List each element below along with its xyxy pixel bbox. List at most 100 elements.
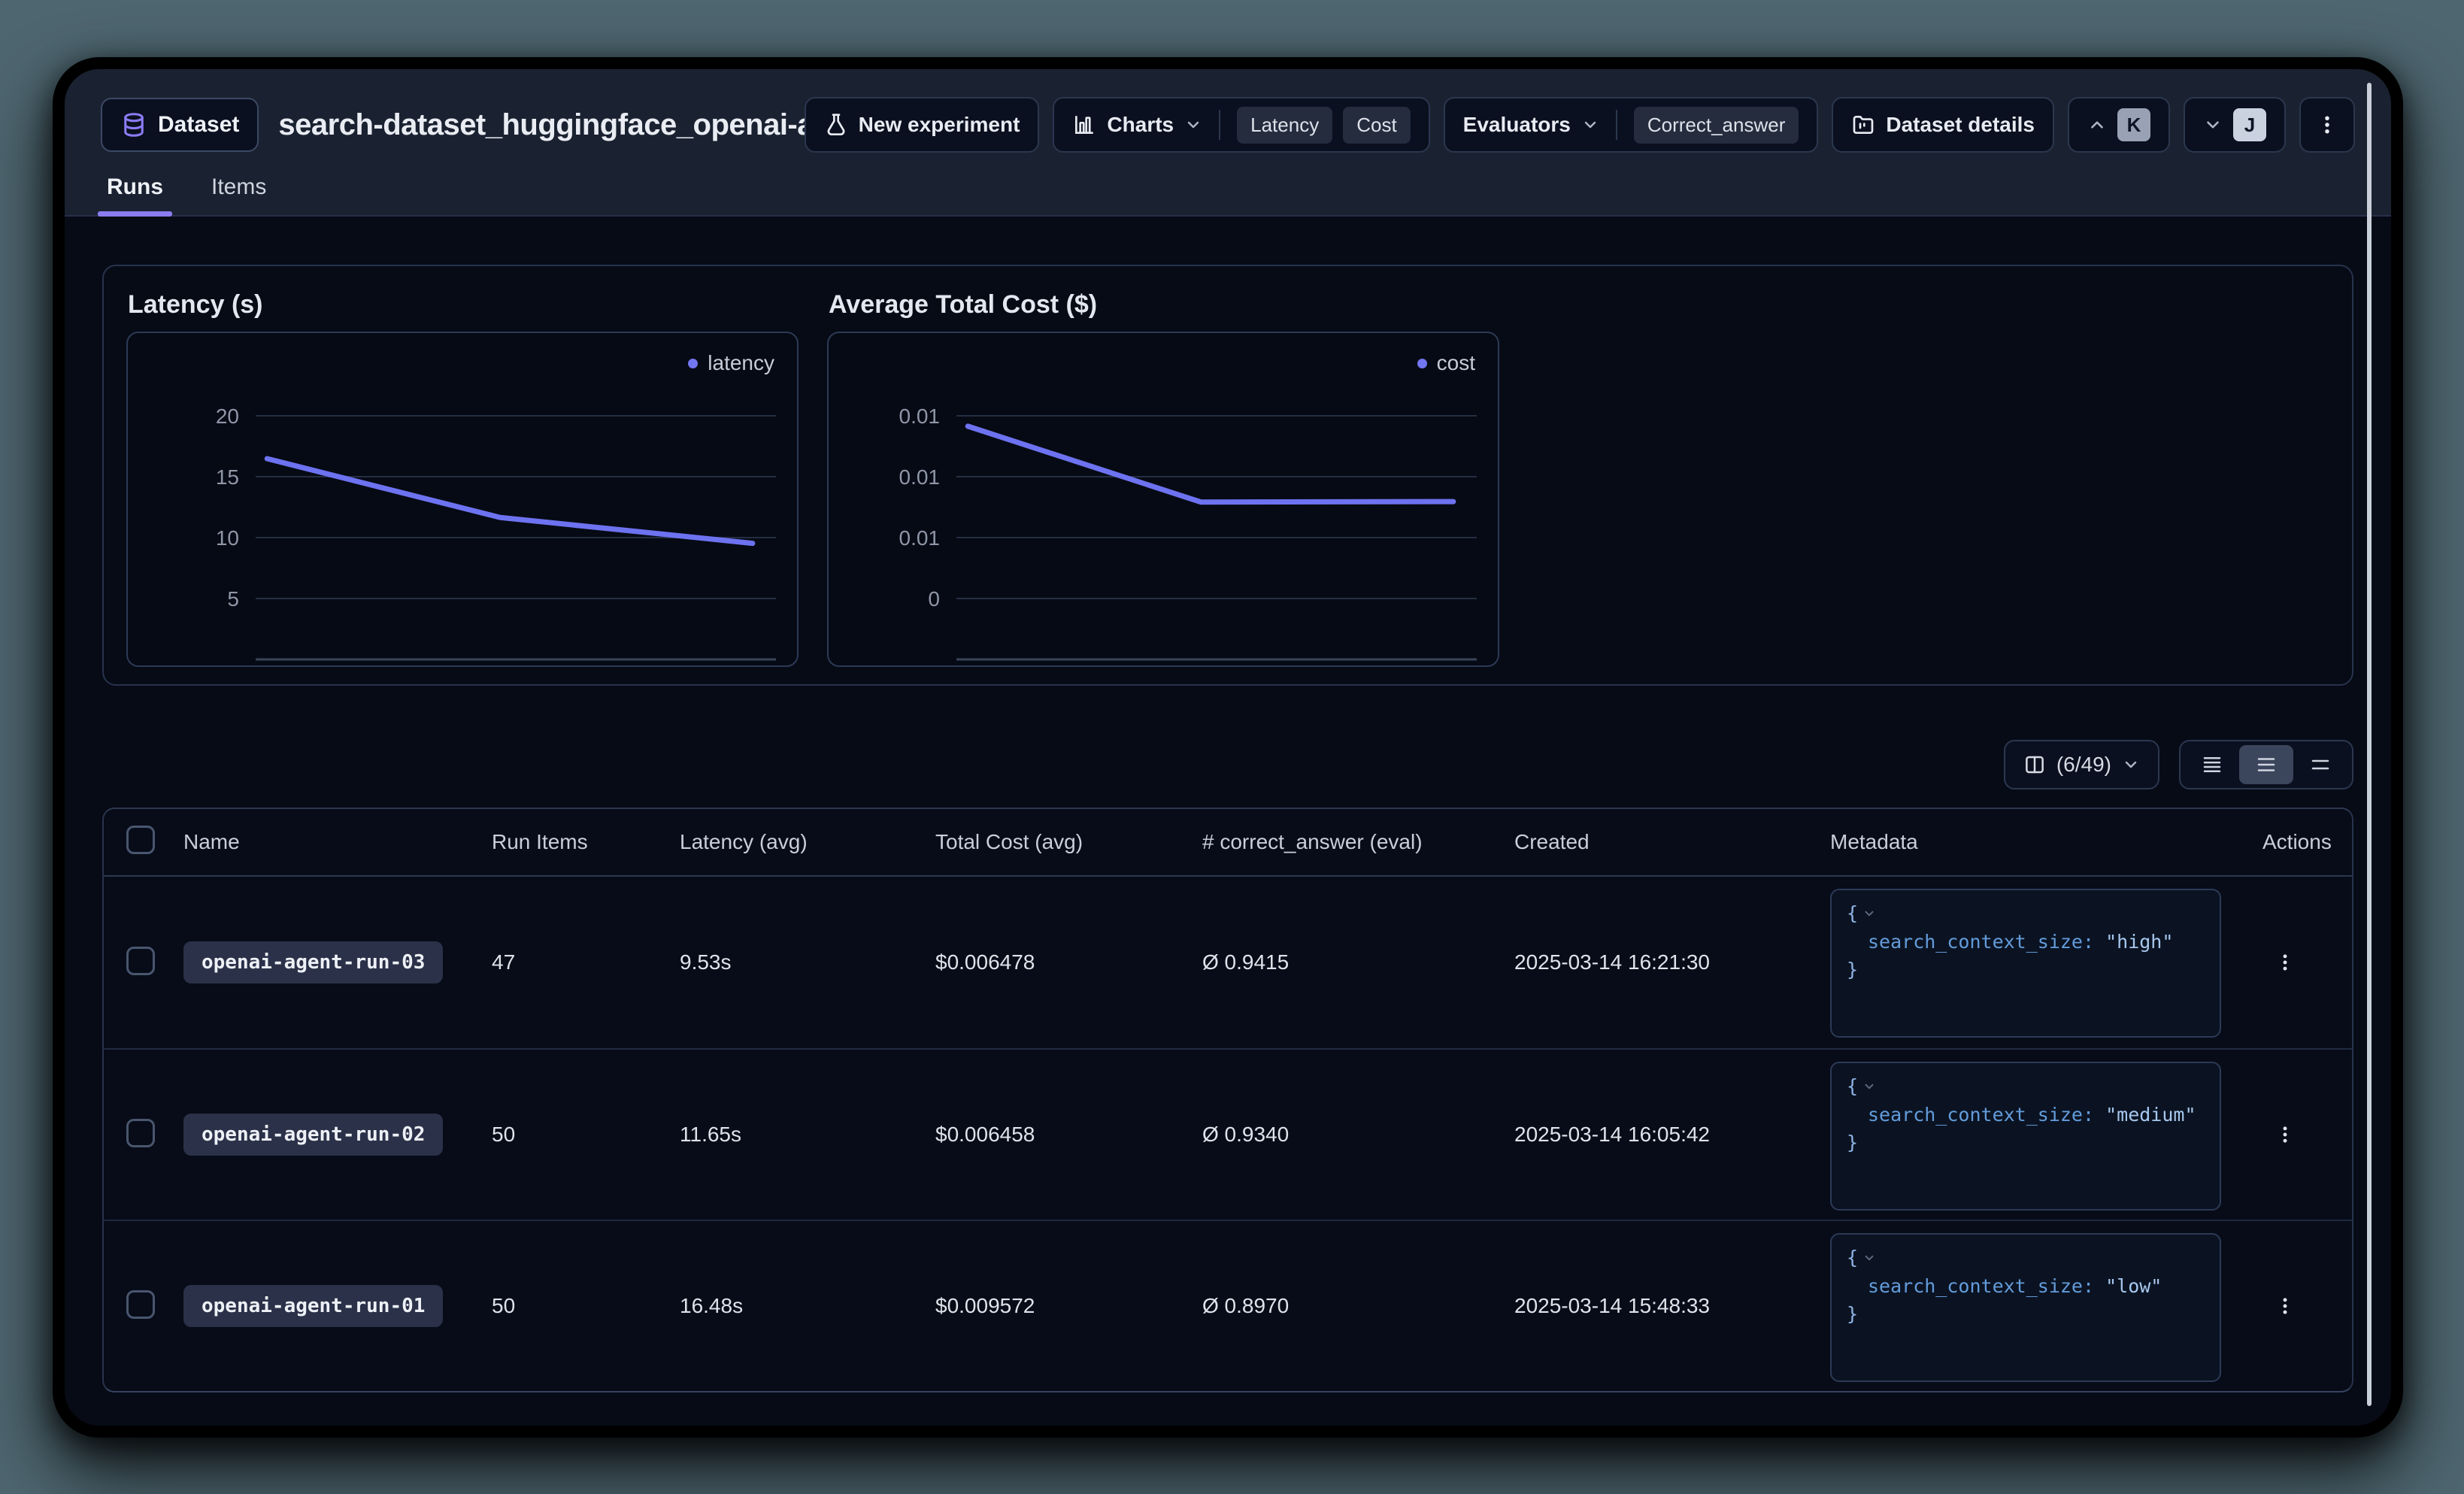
dataset-details-label: Dataset details: [1886, 113, 2035, 137]
brace-close: }: [1847, 1300, 2205, 1329]
select-all-checkbox[interactable]: [126, 826, 155, 854]
chevron-down-icon[interactable]: [1862, 1251, 1876, 1265]
metadata-json-box[interactable]: { search_context_size: "medium"}: [1830, 1062, 2221, 1211]
chart-pill-latency[interactable]: Latency: [1237, 107, 1332, 144]
vertical-scrollbar[interactable]: [2367, 83, 2372, 1406]
brace-open: {: [1847, 899, 1858, 928]
svg-text:5: 5: [227, 587, 239, 611]
svg-text:0.01: 0.01: [899, 405, 941, 428]
columns-icon: [2023, 753, 2046, 776]
row-checkbox[interactable]: [126, 1290, 155, 1319]
row-actions-button[interactable]: [2262, 1112, 2308, 1157]
chevron-down-icon: [2122, 756, 2140, 774]
column-header-metadata[interactable]: Metadata: [1830, 830, 2262, 854]
kebab-menu-icon: [2316, 114, 2338, 136]
column-header-created[interactable]: Created: [1514, 830, 1830, 854]
metadata-json-box[interactable]: {search_context_size: "high"}: [1830, 889, 2221, 1038]
table-header-row: Name Run Items Latency (avg) Total Cost …: [104, 809, 2352, 877]
cell-correct-answer: Ø 0.9340: [1202, 1123, 1514, 1147]
more-actions-button[interactable]: [2299, 97, 2355, 153]
table-row[interactable]: openai-agent-run-01 5016.48s$0.009572Ø 0.…: [104, 1220, 2352, 1391]
legend-label: cost: [1437, 351, 1475, 375]
table-body: openai-agent-run-03479.53s$0.006478Ø 0.9…: [104, 877, 2352, 1391]
kebab-menu-icon: [2275, 1296, 2296, 1317]
cost-chart-title: Average Total Cost ($): [829, 290, 1499, 320]
legend-dot-icon: [688, 359, 698, 368]
evaluator-pill-correct-answer[interactable]: Correct_answer: [1634, 107, 1799, 144]
row-checkbox[interactable]: [126, 1119, 155, 1147]
dataset-type-badge: Dataset: [101, 98, 259, 152]
brace-open: {: [1847, 1072, 1858, 1101]
charts-menu-group[interactable]: Charts Latency Cost: [1053, 97, 1429, 153]
evaluators-menu-group[interactable]: Evaluators Correct_answer: [1444, 97, 1819, 153]
svg-text:0: 0: [928, 587, 940, 611]
dataset-badge-label: Dataset: [158, 112, 239, 138]
row-actions-button[interactable]: [2262, 940, 2308, 985]
brace-close: }: [1847, 956, 2205, 984]
cost-chart-block: Average Total Cost ($) 0.010.010.010 cos…: [827, 286, 1499, 667]
svg-text:15: 15: [216, 465, 239, 489]
cell-created: 2025-03-14 15:48:33: [1514, 1294, 1830, 1318]
main-content: Latency (s) 2015105 latency Average Tota…: [65, 217, 2391, 1392]
prev-item-button[interactable]: K: [2068, 97, 2170, 153]
column-count-label: (6/49): [2056, 753, 2111, 777]
run-name-chip[interactable]: openai-agent-run-02: [183, 1114, 443, 1156]
row-checkbox[interactable]: [126, 947, 155, 975]
dataset-details-button[interactable]: Dataset details: [1832, 97, 2054, 153]
latency-chart-card: 2015105 latency: [126, 332, 799, 667]
metadata-value: "medium": [2105, 1104, 2196, 1126]
row-height-large[interactable]: [2293, 745, 2347, 784]
row-height-medium[interactable]: [2239, 745, 2293, 784]
cell-total-cost-avg: $0.009572: [935, 1294, 1202, 1318]
column-visibility-button[interactable]: (6/49): [2004, 740, 2159, 789]
column-header-total-cost[interactable]: Total Cost (avg): [935, 830, 1202, 854]
tab-items[interactable]: Items: [207, 170, 271, 215]
column-header-latency[interactable]: Latency (avg): [680, 830, 935, 854]
run-name-chip[interactable]: openai-agent-run-03: [183, 941, 443, 983]
chevron-down-icon[interactable]: [1862, 907, 1876, 920]
chevron-down-icon[interactable]: [1862, 1080, 1876, 1093]
row-height-small[interactable]: [2185, 745, 2239, 784]
cell-latency-avg: 9.53s: [680, 950, 935, 974]
cell-latency-avg: 16.48s: [680, 1294, 935, 1318]
app-window: Dataset search-dataset_huggingface_opena…: [53, 57, 2403, 1438]
svg-text:0.01: 0.01: [899, 465, 941, 489]
chart-pill-cost[interactable]: Cost: [1343, 107, 1410, 144]
tab-runs[interactable]: Runs: [102, 170, 168, 215]
app-window-content: Dataset search-dataset_huggingface_opena…: [65, 69, 2391, 1426]
legend-label: latency: [708, 351, 774, 375]
row-actions-button[interactable]: [2262, 1283, 2308, 1329]
brace-close: }: [1847, 1129, 2205, 1157]
metadata-key: search_context_size:: [1868, 1104, 2094, 1126]
charts-label: Charts: [1107, 113, 1174, 137]
run-name-chip[interactable]: openai-agent-run-01: [183, 1285, 443, 1327]
new-experiment-button[interactable]: New experiment: [805, 97, 1040, 153]
next-item-button[interactable]: J: [2184, 97, 2286, 153]
table-row[interactable]: openai-agent-run-025011.65s$0.006458Ø 0.…: [104, 1048, 2352, 1220]
metadata-json-box[interactable]: {search_context_size: "low"}: [1830, 1233, 2221, 1382]
evaluators-label: Evaluators: [1463, 113, 1571, 137]
latency-chart-title: Latency (s): [128, 290, 799, 320]
cell-correct-answer: Ø 0.8970: [1202, 1294, 1514, 1318]
page-title: search-dataset_huggingface_openai-agent: [278, 108, 875, 142]
cell-run-items: 50: [492, 1123, 680, 1147]
svg-text:10: 10: [216, 526, 239, 550]
metadata-key: search_context_size:: [1868, 931, 2094, 953]
charts-panel-spacer: [1528, 286, 2329, 667]
database-icon: [120, 111, 147, 138]
kebab-menu-icon: [2275, 952, 2296, 973]
column-header-correct-answer[interactable]: # correct_answer (eval): [1202, 830, 1514, 854]
shortcut-key-k: K: [2117, 108, 2150, 141]
bar-chart-icon: [1072, 113, 1096, 137]
cell-total-cost-avg: $0.006458: [935, 1123, 1202, 1147]
divider: [1616, 110, 1617, 140]
chevron-down-icon: [2203, 115, 2223, 135]
cell-run-items: 50: [492, 1294, 680, 1318]
column-header-actions: Actions: [2262, 830, 2352, 854]
column-header-name[interactable]: Name: [183, 830, 492, 854]
table-row[interactable]: openai-agent-run-03479.53s$0.006478Ø 0.9…: [104, 877, 2352, 1048]
row-height-toggle: [2179, 740, 2353, 789]
column-header-run-items[interactable]: Run Items: [492, 830, 680, 854]
cost-chart-card: 0.010.010.010 cost: [827, 332, 1499, 667]
brace-open: {: [1847, 1244, 1858, 1272]
